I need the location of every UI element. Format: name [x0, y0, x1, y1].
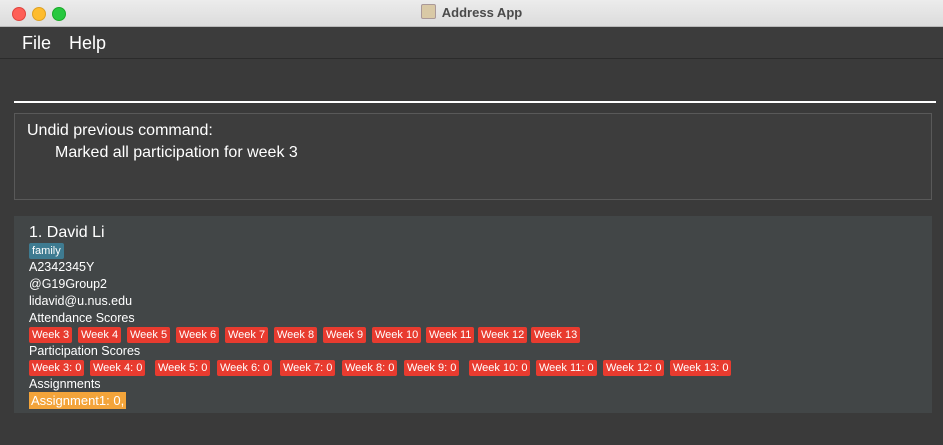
menu-bar: File Help [0, 27, 943, 59]
result-display: Undid previous command: Marked all parti… [14, 113, 932, 200]
attendance-tag: Week 11 [426, 327, 475, 343]
participation-tag: Week 8: 0 [342, 360, 398, 376]
attendance-tag: Week 9 [323, 327, 367, 343]
result-text-line1: Undid previous command: [27, 122, 213, 139]
menu-help[interactable]: Help [69, 33, 106, 54]
participation-tag: Week 10: 0 [469, 360, 531, 376]
participation-tag: Week 9: 0 [404, 360, 460, 376]
attendance-tag: Week 13 [531, 327, 581, 343]
attendance-tag: Week 8 [274, 327, 318, 343]
attendance-tag: Week 5 [127, 327, 171, 343]
person-list[interactable]: 1. David Li family A2342345Y @G19Group2 … [14, 216, 932, 413]
attendance-tag: Week 3 [29, 327, 73, 343]
command-input[interactable] [14, 59, 936, 103]
participation-tag: Week 5: 0 [155, 360, 211, 376]
assignments-label: Assignments [29, 377, 101, 391]
person-name: 1. David Li [29, 224, 105, 241]
attendance-label: Attendance Scores [29, 311, 135, 325]
participation-tag: Week 3: 0 [29, 360, 85, 376]
attendance-tag: Week 10 [372, 327, 422, 343]
menu-file[interactable]: File [22, 33, 51, 54]
attendance-tag: Week 4 [78, 327, 122, 343]
attendance-tag: Week 6 [176, 327, 220, 343]
participation-tag: Week 4: 0 [90, 360, 146, 376]
participation-tag: Week 7: 0 [280, 360, 336, 376]
window-title-wrap: Address App [0, 0, 943, 26]
tag-family: family [29, 243, 64, 259]
participation-tag: Week 12: 0 [603, 360, 665, 376]
telegram-handle: @G19Group2 [29, 277, 108, 291]
app-icon [420, 4, 436, 19]
student-id: A2342345Y [29, 260, 95, 274]
participation-tag: Week 13: 0 [670, 360, 732, 376]
participation-tag: Week 6: 0 [217, 360, 273, 376]
participation-label: Participation Scores [29, 344, 141, 358]
attendance-tag: Week 7 [225, 327, 269, 343]
title-bar: Address App [0, 0, 943, 27]
result-text-line2: Marked all participation for week 3 [55, 144, 298, 161]
participation-tag: Week 11: 0 [536, 360, 597, 376]
assignment-tag: Assignment1: 0, [29, 392, 127, 409]
attendance-tag: Week 12 [478, 327, 528, 343]
email: lidavid@u.nus.edu [29, 294, 133, 308]
window-title: Address App [441, 5, 523, 20]
command-area [0, 59, 943, 107]
